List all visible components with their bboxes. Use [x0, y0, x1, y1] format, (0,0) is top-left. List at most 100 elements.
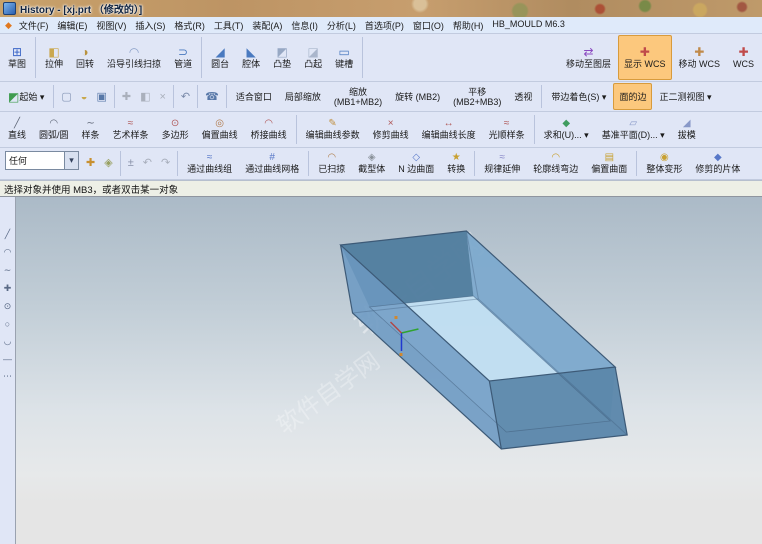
- solid-box[interactable]: [339, 230, 628, 450]
- left-toolbar-icon[interactable]: ╱: [5, 229, 10, 240]
- toolbar-button[interactable]: ↷: [157, 149, 174, 178]
- selection-filter-dropdown[interactable]: 任何 ▾: [5, 151, 79, 170]
- toolbar-separator: [541, 85, 543, 108]
- toolbar-button-icon: ◠: [551, 152, 561, 163]
- toolbar-button[interactable]: ◇ N 边曲面: [392, 149, 440, 178]
- menu-item[interactable]: 首选项(P): [361, 19, 408, 32]
- toolbar-button[interactable]: ▣: [92, 83, 110, 110]
- menu-item[interactable]: 工具(T): [210, 19, 248, 32]
- toolbar-button[interactable]: ◠ 桥接曲线: [245, 113, 293, 146]
- toolbar-separator: [201, 37, 203, 78]
- toolbar-button-label: 凸起: [304, 59, 323, 69]
- left-toolbar-icon[interactable]: ∼: [4, 265, 12, 276]
- toolbar-separator: [177, 151, 179, 176]
- toolbar-button-icon: ≈: [503, 118, 510, 129]
- menu-item[interactable]: 视图(V): [92, 19, 130, 32]
- toolbar-button[interactable]: ✎ 编辑曲线参数: [300, 113, 366, 146]
- toolbar-button[interactable]: ◩ 起始 ▾: [2, 83, 50, 110]
- toolbar-button[interactable]: ↶: [177, 83, 194, 110]
- toolbar-button[interactable]: # 通过曲线网格: [239, 149, 305, 178]
- toolbar-button[interactable]: ✚ 移动 WCS: [673, 35, 727, 80]
- toolbar-button[interactable]: ◈ 截型体: [352, 149, 391, 178]
- toolbar-button[interactable]: ◢ 圆台: [205, 35, 235, 80]
- toolbar-button[interactable]: 旋转 (MB2): [389, 83, 446, 110]
- menu-item[interactable]: 格式(R): [170, 19, 209, 32]
- toolbar-button[interactable]: ≈ 规律延伸: [478, 149, 526, 178]
- menu-item[interactable]: 编辑(E): [53, 19, 91, 32]
- menu-app-icon[interactable]: ◆: [5, 20, 12, 31]
- toolbar-button[interactable]: ⇄ 移动至图层: [560, 35, 617, 80]
- left-toolbar-icon[interactable]: ○: [5, 319, 10, 329]
- toolbar-button[interactable]: ◠ 已扫掠: [312, 149, 351, 178]
- toolbar-button[interactable]: 面的边: [613, 83, 653, 110]
- toolbar-button[interactable]: ★ 转换: [441, 149, 471, 178]
- toolbar-button[interactable]: ▭ 键槽: [329, 35, 359, 80]
- menu-item[interactable]: 插入(S): [131, 19, 169, 32]
- toolbar-button[interactable]: ◑ 回转: [70, 35, 100, 80]
- toolbar-button[interactable]: ◧ 拉伸: [39, 35, 69, 80]
- toolbar-button[interactable]: ◪ 凸起: [298, 35, 328, 80]
- toolbar-button[interactable]: ×: [155, 83, 169, 110]
- toolbar-button[interactable]: ≈ 通过曲线组: [181, 149, 238, 178]
- toolbar-button[interactable]: ◠ 圆弧/圆: [33, 113, 75, 146]
- toolbar-button[interactable]: ◢ 拔模: [672, 113, 702, 146]
- toolbar-button-label: 样条: [81, 130, 100, 140]
- toolbar-button-icon: ↷: [160, 157, 171, 169]
- toolbar-button[interactable]: ▢: [57, 83, 75, 110]
- left-toolbar-icon[interactable]: ⊙: [4, 301, 12, 312]
- left-toolbar-icon[interactable]: ⋯: [3, 371, 12, 382]
- menu-item[interactable]: 装配(A): [248, 19, 286, 32]
- toolbar-button[interactable]: 缩放 (MB1+MB2): [328, 83, 388, 110]
- chevron-down-icon[interactable]: ▾: [65, 151, 79, 170]
- toolbar-button[interactable]: 透视: [508, 83, 538, 110]
- toolbar-button[interactable]: ▱ 基准平面(D)... ▾: [596, 113, 671, 146]
- toolbar-button[interactable]: ◩ 凸垫: [267, 35, 297, 80]
- toolbar-button[interactable]: ◉ 整体变形: [640, 149, 688, 178]
- toolbar-button[interactable]: ◧: [136, 83, 154, 110]
- menu-item[interactable]: 分析(L): [323, 19, 360, 32]
- toolbar-button[interactable]: ◠ 沿导引线扫掠: [101, 35, 167, 80]
- toolbar-button[interactable]: ◆ 修剪的片体: [689, 149, 746, 178]
- left-toolbar-icon[interactable]: ◠: [4, 247, 12, 258]
- toolbar-button[interactable]: ≈ 艺术样条: [107, 113, 155, 146]
- toolbar-button[interactable]: ↶: [139, 149, 156, 178]
- toolbar-button[interactable]: ◈: [100, 149, 116, 178]
- toolbar-button[interactable]: ⊞ 草图: [2, 35, 32, 80]
- toolbar-button[interactable]: ◒: [77, 83, 92, 110]
- menu-item[interactable]: 帮助(H): [449, 19, 488, 32]
- toolbar-button[interactable]: ✚: [82, 149, 99, 178]
- left-toolbar-icon[interactable]: ◡: [4, 336, 12, 347]
- left-toolbar-icon[interactable]: —: [3, 354, 12, 364]
- menu-item[interactable]: 信息(I): [287, 19, 322, 32]
- toolbar-button[interactable]: 正二测视图 ▾: [653, 83, 717, 110]
- window-title: History - [xj.prt （修改的）]: [20, 5, 143, 16]
- menu-item[interactable]: 文件(F): [15, 19, 53, 32]
- graphics-viewport[interactable]: 软件自学网 软件自学网: [16, 197, 762, 544]
- toolbar-button[interactable]: ◎ 偏置曲线: [196, 113, 244, 146]
- menu-item[interactable]: 窗口(O): [409, 19, 448, 32]
- toolbar-button[interactable]: ✚ 显示 WCS: [618, 35, 672, 80]
- toolbar-button[interactable]: ≈ 光顺样条: [483, 113, 531, 146]
- toolbar-button[interactable]: ◣ 腔体: [236, 35, 266, 80]
- toolbar-button[interactable]: 带边着色(S) ▾: [545, 83, 612, 110]
- toolbar-button[interactable]: ✚: [118, 83, 135, 110]
- toolbar-button[interactable]: ±: [124, 149, 138, 178]
- toolbar-button-label: 直线: [8, 130, 27, 140]
- toolbar-button[interactable]: × 修剪曲线: [367, 113, 415, 146]
- toolbar-button[interactable]: ⊃ 管道: [168, 35, 198, 80]
- toolbar-button[interactable]: ▤ 偏置曲面: [585, 149, 633, 178]
- toolbar-button[interactable]: ✚ WCS: [727, 35, 760, 80]
- toolbar-button[interactable]: ∼ 样条: [76, 113, 106, 146]
- toolbar-button[interactable]: 局部缩放: [279, 83, 327, 110]
- menu-item[interactable]: HB_MOULD M6.3: [488, 19, 569, 32]
- toolbar-button[interactable]: ↔ 编辑曲线长度: [416, 113, 482, 146]
- toolbar-button[interactable]: ◠ 轮廓线弯边: [527, 149, 584, 178]
- left-toolbar-icon[interactable]: ✚: [4, 283, 12, 294]
- toolbar-button[interactable]: ⊙ 多边形: [156, 113, 195, 146]
- toolbar-button[interactable]: 适合窗口: [230, 83, 278, 110]
- viewport-3d[interactable]: 软件自学网 软件自学网: [16, 197, 762, 544]
- toolbar-button[interactable]: ╱ 直线: [2, 113, 32, 146]
- toolbar-button[interactable]: ◆ 求和(U)... ▾: [538, 113, 595, 146]
- toolbar-button[interactable]: 平移 (MB2+MB3): [447, 83, 507, 110]
- toolbar-button[interactable]: ☎: [201, 83, 223, 110]
